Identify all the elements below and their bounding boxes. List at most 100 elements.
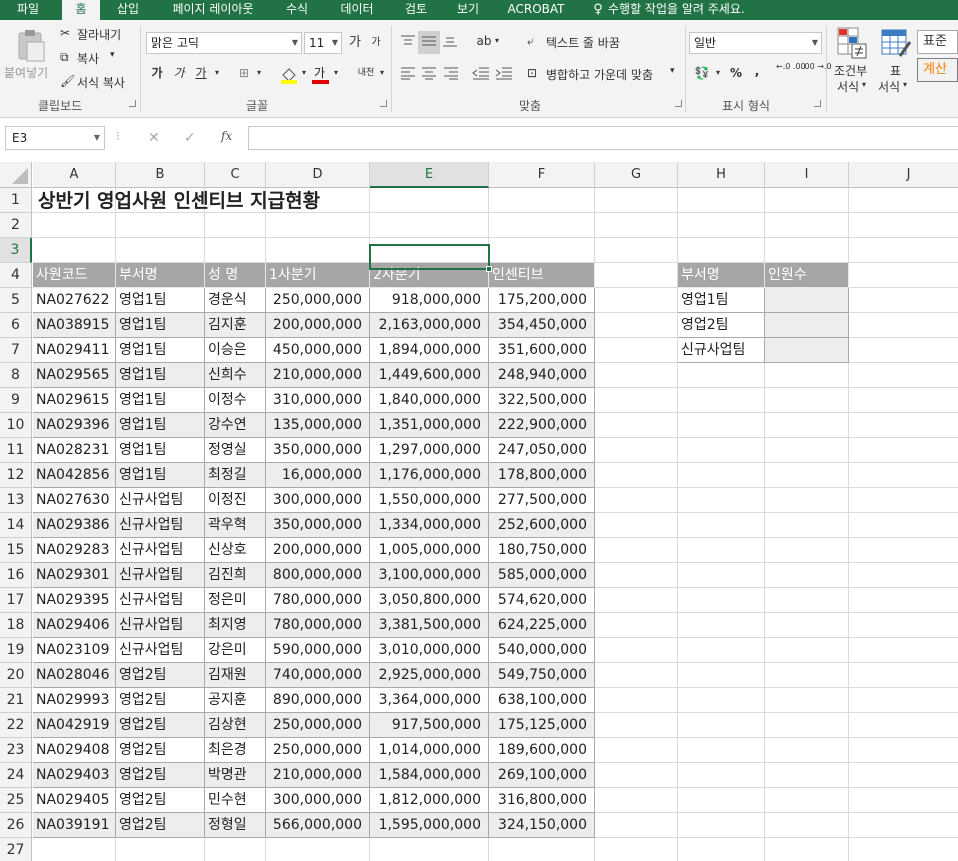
conditional-formatting-button-2[interactable]: 서식 — [837, 78, 859, 95]
cell[interactable] — [595, 688, 678, 713]
tab-home[interactable]: 홈 — [62, 0, 100, 20]
dialog-launcher-icon[interactable] — [675, 100, 682, 107]
table-cell[interactable]: 정형일 — [205, 813, 266, 838]
cell[interactable] — [595, 538, 678, 563]
table-cell[interactable]: 신규사업팀 — [116, 563, 205, 588]
summary-dept-cell[interactable]: 영업2팀 — [678, 313, 765, 338]
cell[interactable] — [849, 288, 958, 313]
table-header-cell[interactable]: 사원코드 — [33, 263, 116, 288]
table-cell[interactable]: 영업1팀 — [116, 463, 205, 488]
cell[interactable] — [489, 213, 595, 238]
table-cell[interactable]: 1,297,000,000 — [370, 438, 489, 463]
table-cell[interactable]: 1,005,000,000 — [370, 538, 489, 563]
cell[interactable] — [595, 613, 678, 638]
column-header-b[interactable]: B — [116, 162, 205, 188]
row-header-16[interactable]: 16 — [0, 563, 32, 588]
cell[interactable] — [595, 738, 678, 763]
percent-style-button[interactable]: % — [728, 62, 744, 84]
cell[interactable] — [678, 413, 765, 438]
cut-button[interactable]: 잘라내기 — [77, 26, 121, 43]
cell[interactable] — [849, 838, 958, 861]
table-cell[interactable]: 1,595,000,000 — [370, 813, 489, 838]
summary-dept-cell[interactable]: 영업1팀 — [678, 288, 765, 313]
align-center-icon[interactable] — [421, 66, 437, 83]
cell[interactable] — [765, 738, 849, 763]
summary-header-cell[interactable]: 부서명 — [678, 263, 765, 288]
row-header-20[interactable]: 20 — [0, 663, 32, 688]
cell[interactable] — [765, 613, 849, 638]
column-header-f[interactable]: F — [489, 162, 595, 188]
cell[interactable] — [205, 213, 266, 238]
cell[interactable] — [678, 688, 765, 713]
cell[interactable] — [489, 238, 595, 263]
cell[interactable] — [849, 413, 958, 438]
cell[interactable] — [595, 263, 678, 288]
table-cell[interactable]: 200,000,000 — [266, 538, 370, 563]
dialog-launcher-icon[interactable] — [380, 100, 387, 107]
cell[interactable] — [678, 363, 765, 388]
table-cell[interactable]: 3,100,000,000 — [370, 563, 489, 588]
format-as-table-button-2[interactable]: 서식 — [878, 78, 900, 95]
table-cell[interactable]: 780,000,000 — [266, 588, 370, 613]
table-cell[interactable]: 영업2팀 — [116, 788, 205, 813]
table-cell[interactable]: 540,000,000 — [489, 638, 595, 663]
tab-insert[interactable]: 삽입 — [108, 0, 148, 20]
shrink-font-button[interactable]: 가 — [367, 32, 385, 54]
cell[interactable] — [849, 438, 958, 463]
cell[interactable] — [678, 838, 765, 861]
font-size-select[interactable]: 11 ▼ — [304, 32, 342, 54]
dialog-launcher-icon[interactable] — [814, 100, 821, 107]
table-cell[interactable]: 350,000,000 — [266, 513, 370, 538]
dialog-launcher-icon[interactable] — [129, 100, 136, 107]
row-header-22[interactable]: 22 — [0, 713, 32, 738]
table-cell[interactable]: 200,000,000 — [266, 313, 370, 338]
cell[interactable] — [266, 213, 370, 238]
align-top-icon[interactable] — [400, 34, 416, 51]
table-cell[interactable]: 강은미 — [205, 638, 266, 663]
cell[interactable] — [595, 363, 678, 388]
row-header-12[interactable]: 12 — [0, 463, 32, 488]
table-cell[interactable]: 영업1팀 — [116, 338, 205, 363]
table-cell[interactable]: 351,600,000 — [489, 338, 595, 363]
table-cell[interactable]: NA029406 — [33, 613, 116, 638]
cell[interactable] — [849, 763, 958, 788]
cell[interactable] — [849, 463, 958, 488]
table-header-cell[interactable]: 성 명 — [205, 263, 266, 288]
cell[interactable] — [595, 463, 678, 488]
enter-icon[interactable]: ✓ — [184, 130, 196, 146]
more-options-icon[interactable]: ⁝ — [116, 129, 120, 143]
table-cell[interactable]: 316,800,000 — [489, 788, 595, 813]
row-header-15[interactable]: 15 — [0, 538, 32, 563]
scissors-icon[interactable]: ✂ — [60, 26, 70, 40]
cell[interactable] — [849, 488, 958, 513]
tab-page-layout[interactable]: 페이지 레이아웃 — [160, 0, 266, 20]
cell[interactable] — [849, 588, 958, 613]
table-cell[interactable]: 252,600,000 — [489, 513, 595, 538]
table-cell[interactable]: 신상호 — [205, 538, 266, 563]
table-cell[interactable]: 780,000,000 — [266, 613, 370, 638]
number-format-select[interactable]: 일반 ▼ — [689, 32, 822, 54]
table-cell[interactable]: 3,050,800,000 — [370, 588, 489, 613]
conditional-formatting-button[interactable]: 조건부 — [834, 62, 867, 79]
table-cell[interactable]: 영업1팀 — [116, 288, 205, 313]
cell[interactable] — [266, 238, 370, 263]
cell[interactable] — [595, 838, 678, 861]
row-header-24[interactable]: 24 — [0, 763, 32, 788]
insert-function-icon[interactable]: fx — [221, 129, 232, 143]
summary-header-cell[interactable]: 인원수 — [765, 263, 849, 288]
chevron-down-icon[interactable]: ▾ — [670, 66, 675, 76]
column-header-c[interactable]: C — [205, 162, 266, 188]
table-cell[interactable]: 269,100,000 — [489, 763, 595, 788]
cell[interactable] — [33, 213, 116, 238]
cell[interactable] — [765, 813, 849, 838]
table-cell[interactable]: NA029396 — [33, 413, 116, 438]
increase-indent-icon[interactable] — [495, 66, 513, 83]
cell[interactable] — [849, 638, 958, 663]
table-cell[interactable]: NA042919 — [33, 713, 116, 738]
table-cell[interactable]: NA023109 — [33, 638, 116, 663]
table-cell[interactable]: 영업2팀 — [116, 663, 205, 688]
table-cell[interactable]: 김재원 — [205, 663, 266, 688]
cell[interactable] — [678, 188, 765, 213]
table-cell[interactable]: 1,334,000,000 — [370, 513, 489, 538]
table-cell[interactable]: NA029283 — [33, 538, 116, 563]
